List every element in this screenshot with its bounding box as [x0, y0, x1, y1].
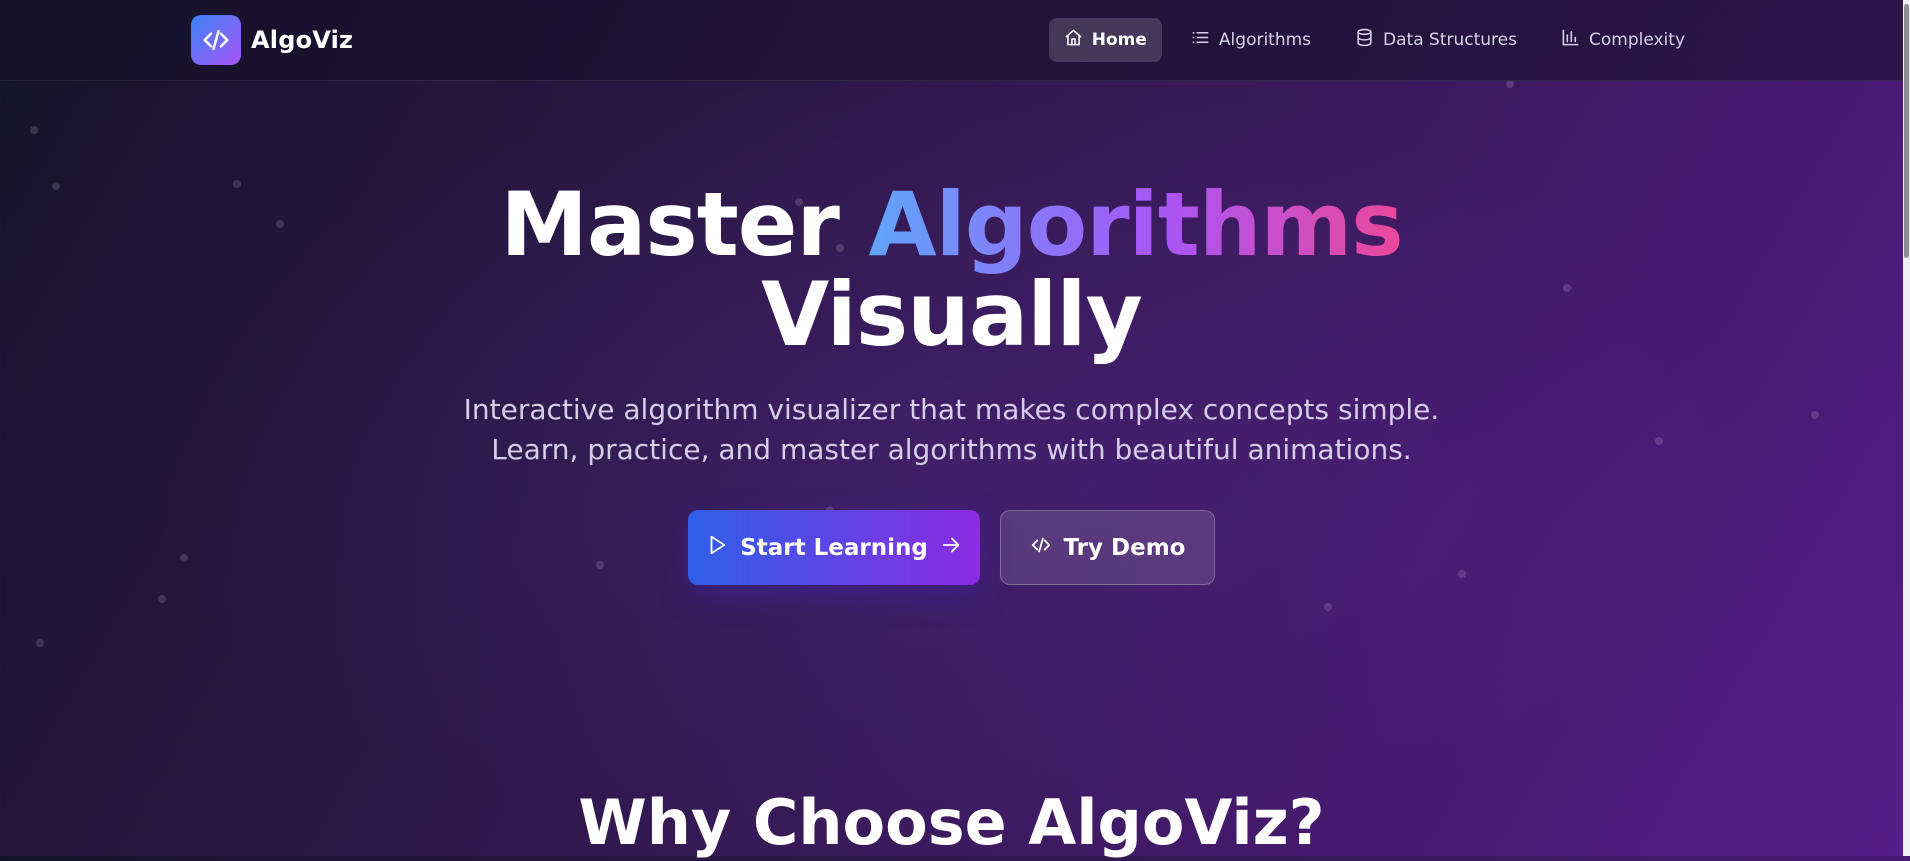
- scrollbar-thumb[interactable]: [1904, 4, 1909, 258]
- hero-title: Master Algorithms Visually: [0, 180, 1903, 360]
- nav-item-label: Complexity: [1588, 30, 1685, 50]
- try-demo-button[interactable]: Try Demo: [1000, 510, 1215, 585]
- hero-subtitle: Interactive algorithm visualizer that ma…: [462, 390, 1442, 470]
- nav-item-label: Home: [1091, 30, 1147, 50]
- top-navbar: AlgoViz Home Algorithms Data Structures …: [0, 0, 1903, 81]
- nav-item-label: Data Structures: [1383, 30, 1517, 50]
- brand-name: AlgoViz: [251, 26, 354, 54]
- try-demo-label: Try Demo: [1063, 534, 1186, 561]
- nav-item-data-structures[interactable]: Data Structures: [1340, 18, 1532, 62]
- bar-chart-icon: [1561, 28, 1580, 52]
- nav-item-algorithms[interactable]: Algorithms: [1176, 18, 1326, 62]
- nav-item-home[interactable]: Home: [1048, 18, 1162, 62]
- hero-actions: Start Learning Try Demo: [0, 510, 1903, 585]
- hero-subtitle-line1: Interactive algorithm visualizer that ma…: [463, 393, 1440, 426]
- play-icon: [706, 534, 728, 562]
- list-icon: [1191, 28, 1210, 52]
- code-icon: [1030, 534, 1052, 562]
- arrow-right-icon: [940, 534, 962, 562]
- nav-item-label: Algorithms: [1218, 30, 1312, 50]
- start-learning-label: Start Learning: [740, 534, 928, 561]
- home-icon: [1064, 28, 1083, 52]
- why-choose-heading: Why Choose AlgoViz?: [578, 786, 1325, 859]
- hero-title-highlight: Algorithms: [868, 173, 1404, 276]
- start-learning-button[interactable]: Start Learning: [688, 510, 980, 585]
- page-scrollbar[interactable]: [1903, 0, 1910, 856]
- hero-title-part2: Visually: [761, 263, 1143, 366]
- database-icon: [1355, 28, 1374, 52]
- hero-title-part1: Master: [500, 173, 869, 276]
- nav-links: Home Algorithms Data Structures Complexi…: [1048, 18, 1700, 62]
- code-icon: [191, 15, 241, 65]
- hero-subtitle-line2: Learn, practice, and master algorithms w…: [491, 433, 1412, 466]
- hero-section: Master Algorithms Visually Interactive a…: [0, 180, 1903, 585]
- brand-logo-link[interactable]: AlgoViz: [191, 15, 353, 65]
- nav-item-complexity[interactable]: Complexity: [1546, 18, 1700, 62]
